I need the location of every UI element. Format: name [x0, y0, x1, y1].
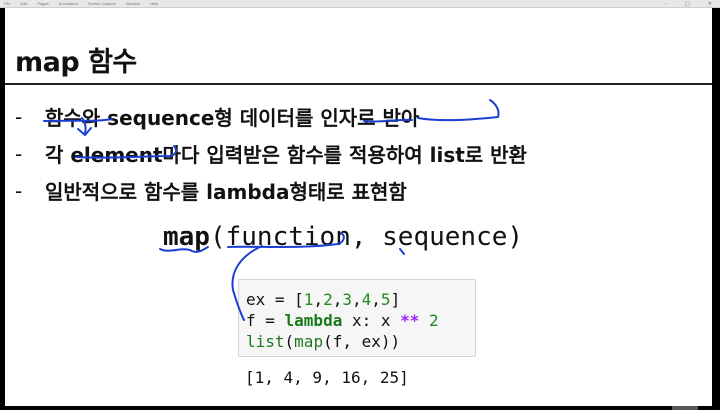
menu-item-pages[interactable]: Pages: [37, 1, 48, 6]
code-line: ex = [1,2,3,4,5]: [246, 289, 475, 310]
window-controls: – □ ✕: [665, 0, 712, 7]
bullet-marker: -: [15, 178, 23, 203]
code-token: ,: [371, 290, 381, 309]
bullet-list: - 함수와 sequence형 데이터를 인자로 받아 - 각 element마…: [15, 98, 527, 209]
bullet-item: - 함수와 sequence형 데이터를 인자로 받아: [15, 98, 527, 135]
menu-item-screen-capture[interactable]: Screen Capture: [88, 1, 116, 6]
code-number: 5: [380, 290, 391, 309]
window-frame-right: [712, 8, 720, 410]
bullet-marker: -: [15, 141, 23, 166]
code-output: [1, 4, 9, 16, 25]: [245, 368, 409, 387]
code-builtin: map: [294, 332, 324, 351]
bullet-text: 각 element마다 입력받은 함수를 적용하여 list로 반환: [45, 143, 527, 167]
code-builtin: list: [246, 332, 285, 351]
slide-canvas: map 함수 - 함수와 sequence형 데이터를 인자로 받아 - 각 e…: [5, 8, 712, 406]
code-line: list(map(f, ex)): [246, 331, 475, 352]
code-number: 4: [361, 290, 372, 309]
menu-item-help[interactable]: Help: [150, 1, 158, 6]
signature-function-name: map: [163, 222, 210, 252]
code-number: 2: [419, 311, 439, 330]
bullet-text: 일반적으로 함수를 lambda형태로 표현함: [45, 180, 407, 204]
code-number: 2: [323, 290, 333, 309]
minimize-button[interactable]: –: [665, 1, 668, 7]
code-token: f =: [246, 311, 285, 330]
menu-item-annotation[interactable]: Annotation: [59, 1, 78, 6]
code-number: 1: [303, 290, 314, 309]
signature-arguments: (function, sequence): [209, 222, 524, 252]
code-token: ,: [332, 290, 343, 309]
code-operator: **: [400, 311, 420, 330]
window-frame-bottom: [0, 406, 720, 410]
code-token: ,: [352, 290, 362, 309]
code-token: (: [284, 332, 295, 351]
code-token: ex = [: [246, 290, 304, 309]
slide-title: map 함수: [15, 47, 137, 78]
code-token: x: x: [342, 311, 401, 330]
maximize-button[interactable]: □: [685, 1, 690, 7]
code-line: f = lambda x: x ** 2: [246, 310, 475, 331]
menu-item-file[interactable]: File: [4, 1, 10, 6]
close-button[interactable]: ✕: [708, 1, 712, 7]
menu-item-edit[interactable]: Edit: [20, 1, 27, 6]
bullet-text: 함수와 sequence형 데이터를 인자로 받아: [45, 106, 420, 130]
code-keyword: lambda: [284, 311, 343, 330]
map-signature: map(function, sequence): [163, 222, 523, 252]
bullet-marker: -: [15, 104, 23, 129]
menu-item-window[interactable]: Window: [126, 1, 140, 6]
bullet-item: - 각 element마다 입력받은 함수를 적용하여 list로 반환: [15, 135, 527, 172]
code-token: ,: [313, 290, 324, 309]
code-token: ]: [390, 290, 401, 309]
code-token: (f, ex)): [323, 332, 401, 351]
menu-bar: File Edit Pages Annotation Screen Captur…: [4, 0, 158, 7]
bullet-item: - 일반적으로 함수를 lambda형태로 표현함: [15, 172, 527, 209]
code-cell[interactable]: ex = [1,2,3,4,5] f = lambda x: x ** 2 li…: [238, 279, 476, 357]
title-divider: [5, 83, 712, 85]
app-titlebar: File Edit Pages Annotation Screen Captur…: [0, 0, 720, 8]
code-number: 3: [342, 290, 352, 309]
